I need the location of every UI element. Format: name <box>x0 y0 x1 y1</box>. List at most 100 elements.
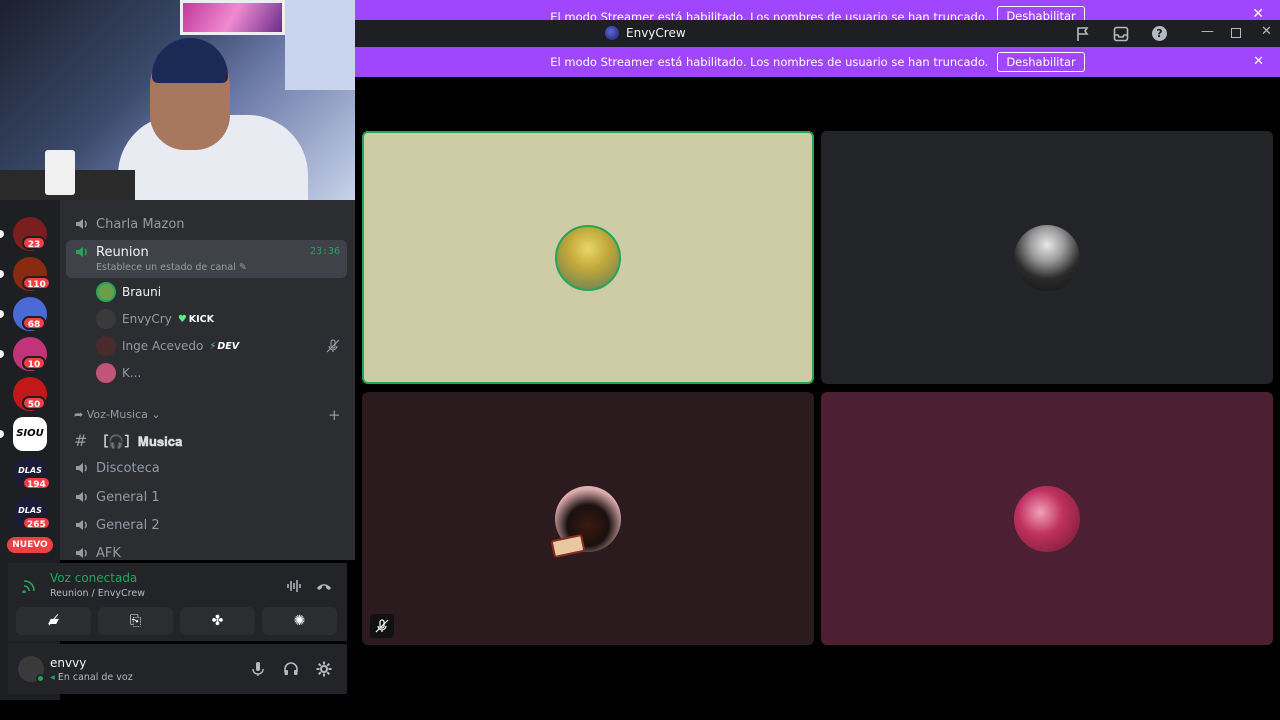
channel-afk[interactable]: AFK <box>74 541 121 560</box>
window-title: EnvyCrew <box>626 26 686 40</box>
speaker-icon <box>76 219 87 229</box>
channel-label: General 1 <box>96 489 160 505</box>
help-icon[interactable]: ? <box>1152 26 1167 41</box>
activities-icon: ✤ <box>211 613 224 629</box>
activities-button[interactable]: ✤ <box>180 607 255 635</box>
soundboard-button[interactable]: ✺ <box>262 607 337 635</box>
user-tag: DEV <box>217 340 240 352</box>
chevron-down-icon: ⌄ <box>151 408 161 421</box>
gear-icon[interactable] <box>316 661 332 677</box>
channel-reunion-row[interactable]: Reunion <box>74 240 149 264</box>
hashtag-icon: # <box>74 430 88 450</box>
flag-icon[interactable] <box>1075 26 1091 42</box>
camera-off-button[interactable]: ▰̸ <box>16 607 91 635</box>
speaker-icon <box>76 520 87 530</box>
participant-avatar <box>555 224 621 291</box>
webcam-cup <box>45 150 75 195</box>
minimize-icon[interactable]: — <box>1201 24 1214 39</box>
channel-charla-mazon[interactable]: Charla Mazon <box>74 212 185 236</box>
category-label: Voz-Musica <box>86 408 148 421</box>
arrow-icon: ➦ <box>74 408 84 421</box>
unread-pill <box>0 430 4 438</box>
server-icon-6[interactable]: SIOU <box>13 417 47 451</box>
noise-suppression-icon[interactable] <box>286 578 302 594</box>
avatar <box>96 363 116 383</box>
webcam-poster <box>180 0 285 35</box>
close-icon[interactable]: ✕ <box>1252 6 1264 20</box>
user-name: Inge Acevedo <box>122 339 204 353</box>
speaker-icon <box>76 548 87 558</box>
online-status-dot <box>36 674 45 683</box>
sticker-badge <box>550 533 586 559</box>
call-timer: 23:36 <box>310 246 341 257</box>
server-badge-2: 110 <box>22 276 51 290</box>
signal-icon[interactable] <box>22 577 38 593</box>
user-name: K... <box>122 366 142 380</box>
user-status: ◂ En canal de voz <box>50 672 133 683</box>
speaker-icon <box>76 247 87 257</box>
channel-label: Discoteca <box>96 460 160 476</box>
streamer-banner-partial: El modo Streamer está habilitado. Los no… <box>355 0 1280 20</box>
close-icon[interactable]: ✕ <box>1261 24 1272 39</box>
banner-text: El modo Streamer está habilitado. Los no… <box>550 10 989 20</box>
streamer-banner: El modo Streamer está habilitado. Los no… <box>355 47 1280 77</box>
voice-user-brauni[interactable]: Brauni <box>96 281 161 303</box>
voice-action-buttons: ▰̸ ⎘ ✤ ✺ <box>16 607 338 635</box>
channel-status-hint[interactable]: Establece un estado de canal ✎ <box>96 262 247 273</box>
voice-location[interactable]: Reunion / EnvyCrew <box>50 588 145 599</box>
screen-share-button[interactable]: ⎘ <box>98 607 173 635</box>
webcam-overlay <box>0 0 355 200</box>
channel-label: General 2 <box>96 517 160 533</box>
title-bar: EnvyCrew ? — ✕ <box>355 20 1280 47</box>
add-channel-icon[interactable]: + <box>328 406 341 424</box>
server-badge-1: 23 <box>22 236 46 250</box>
user-name: Brauni <box>122 285 162 299</box>
voice-user-envycry[interactable]: EnvyCry ♥ KICK <box>96 308 214 330</box>
participant-avatar <box>1014 485 1080 552</box>
speaker-icon <box>76 492 87 502</box>
category-voz-musica[interactable]: ➦ Voz-Musica ⌄ <box>74 408 161 421</box>
pencil-icon: ✎ <box>238 262 247 273</box>
close-icon[interactable]: ✕ <box>1253 54 1264 69</box>
inbox-icon[interactable] <box>1113 26 1129 42</box>
disable-button[interactable]: Deshabilitar <box>997 52 1085 72</box>
mic-muted-icon <box>375 619 389 633</box>
avatar <box>96 336 116 356</box>
channel-label: Reunion <box>96 244 149 260</box>
channel-label: Charla Mazon <box>96 216 185 232</box>
mic-muted-indicator <box>370 614 394 638</box>
screen-share-icon: ⎘ <box>129 613 142 629</box>
mic-muted-icon <box>326 339 340 353</box>
lightning-icon: ⚡ <box>209 340 217 352</box>
headphones-icon[interactable] <box>283 661 299 677</box>
channel-musica[interactable]: # ［🎧］𝐌𝐮𝐬𝐢𝐜𝐚 <box>74 428 182 452</box>
participant-tile-4[interactable] <box>821 392 1273 645</box>
new-badge[interactable]: NUEVO <box>7 537 53 553</box>
disable-button[interactable]: Deshabilitar <box>997 6 1085 20</box>
server-badge-5: 50 <box>22 396 46 410</box>
voice-user-inge[interactable]: Inge Acevedo ⚡ DEV <box>96 335 239 357</box>
channel-general-1[interactable]: General 1 <box>74 485 160 509</box>
user-panel: envvy ◂ En canal de voz <box>8 644 347 694</box>
unread-pill <box>0 350 4 358</box>
voice-status[interactable]: Voz conectada <box>50 571 137 585</box>
camera-off-icon: ▰̸ <box>48 613 59 629</box>
channel-discoteca[interactable]: Discoteca <box>74 456 160 480</box>
participant-tile-2[interactable] <box>821 131 1273 384</box>
speaker-icon: ◂ <box>50 672 55 683</box>
participant-tile-3[interactable] <box>362 392 814 645</box>
server-badge-4: 10 <box>22 356 46 370</box>
user-name[interactable]: envvy <box>50 656 86 670</box>
channel-general-2[interactable]: General 2 <box>74 513 160 537</box>
maximize-icon[interactable] <box>1231 28 1241 38</box>
disconnect-icon[interactable] <box>316 578 332 594</box>
webcam-person-cap <box>152 38 228 83</box>
channel-label: AFK <box>96 545 121 561</box>
user-status-text: En canal de voz <box>57 672 133 683</box>
server-badge-7: 194 <box>22 476 51 490</box>
avatar <box>96 282 116 302</box>
mic-icon[interactable] <box>250 661 266 677</box>
voice-stage <box>355 77 1280 720</box>
voice-user-k[interactable]: K... <box>96 362 141 384</box>
participant-tile-1[interactable] <box>362 131 814 384</box>
